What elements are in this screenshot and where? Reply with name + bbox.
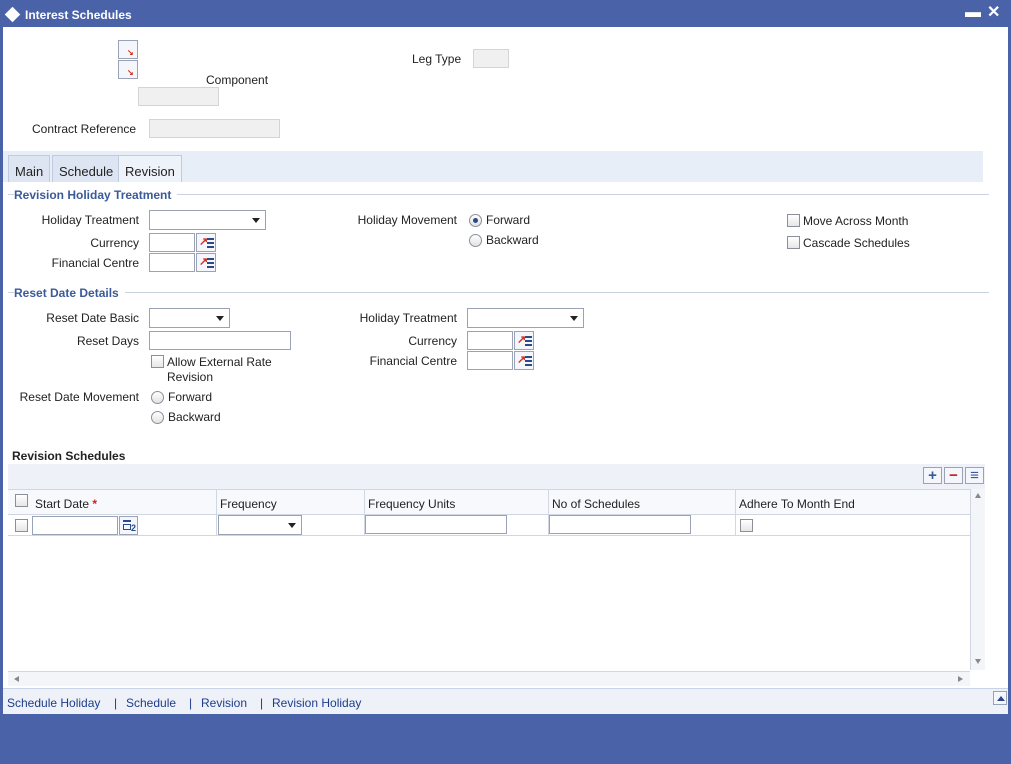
- currency-label: Currency: [90, 236, 139, 250]
- scroll-left-icon[interactable]: [14, 676, 19, 682]
- no-of-schedules-field[interactable]: [549, 515, 691, 534]
- reset-currency-lookup-button[interactable]: ↗: [514, 331, 534, 350]
- frequency-units-field[interactable]: [365, 515, 507, 534]
- tab-schedule[interactable]: Schedule: [52, 155, 121, 182]
- scroll-up-icon[interactable]: [975, 493, 981, 498]
- reset-financial-centre-field[interactable]: [467, 351, 513, 370]
- reset-date-section-title: Reset Date Details: [14, 286, 125, 300]
- financial-centre-label: Financial Centre: [51, 256, 139, 270]
- component-lookup-top-button[interactable]: ↘: [118, 40, 138, 59]
- row-select-checkbox[interactable]: [15, 519, 28, 532]
- holiday-treatment-select[interactable]: [149, 210, 266, 230]
- collapse-up-icon[interactable]: [993, 691, 1007, 705]
- footer-links-bar: Schedule Holiday | Schedule | Revision |…: [3, 688, 1008, 714]
- remove-row-button[interactable]: −: [944, 467, 963, 484]
- column-frequency-units: Frequency Units: [368, 497, 456, 511]
- start-date-field[interactable]: [32, 516, 118, 535]
- component-lookup-bottom-button[interactable]: ↘: [118, 60, 138, 79]
- chevron-down-icon: [570, 316, 578, 321]
- footer-separator: |: [189, 696, 193, 710]
- title-bar: Interest Schedules ▬ ✕: [0, 0, 1011, 30]
- reset-financial-centre-label: Financial Centre: [369, 354, 457, 368]
- reset-backward-label: Backward: [168, 410, 221, 424]
- adhere-to-month-end-checkbox[interactable]: [740, 519, 753, 532]
- footer-link-schedule[interactable]: Schedule: [126, 696, 176, 710]
- leg-type-label: Leg Type: [412, 52, 462, 66]
- frequency-select[interactable]: [218, 515, 302, 535]
- column-frequency: Frequency: [220, 497, 277, 511]
- horizontal-scrollbar[interactable]: [8, 671, 970, 686]
- section-rule: [8, 292, 989, 293]
- vertical-scrollbar[interactable]: [970, 489, 985, 670]
- footer-separator: |: [260, 696, 264, 710]
- reset-days-field[interactable]: [149, 331, 291, 350]
- revision-holiday-section-title: Revision Holiday Treatment: [14, 188, 178, 202]
- tab-revision[interactable]: Revision: [118, 155, 182, 182]
- select-all-checkbox[interactable]: [15, 494, 28, 507]
- add-row-button[interactable]: +: [923, 467, 942, 484]
- move-across-month-label: Move Across Month: [803, 214, 909, 228]
- footer-separator: |: [114, 696, 118, 710]
- scroll-right-icon[interactable]: [958, 676, 963, 682]
- tab-main[interactable]: Main: [8, 155, 51, 182]
- column-no-of-schedules: No of Schedules: [552, 497, 641, 511]
- holiday-movement-forward-radio[interactable]: [469, 214, 482, 227]
- grid-toolbar: [8, 464, 985, 489]
- component-field[interactable]: [138, 87, 219, 106]
- column-adhere-to-month-end: Adhere To Month End: [739, 497, 855, 511]
- reset-date-movement-label: Reset Date Movement: [19, 390, 139, 404]
- cascade-schedules-label: Cascade Schedules: [803, 236, 910, 250]
- allow-external-rate-revision-checkbox[interactable]: [151, 355, 164, 368]
- minimize-icon[interactable]: ▬: [965, 4, 981, 22]
- reset-holiday-treatment-label: Holiday Treatment: [359, 311, 457, 325]
- contract-reference-field[interactable]: [149, 119, 280, 138]
- chevron-down-icon: [216, 316, 224, 321]
- forward-label: Forward: [486, 213, 531, 227]
- financial-centre-lookup-button[interactable]: ↗: [196, 253, 216, 272]
- currency-field[interactable]: [149, 233, 195, 252]
- reset-movement-backward-radio[interactable]: [151, 411, 164, 424]
- financial-centre-field[interactable]: [149, 253, 195, 272]
- revision-schedules-title: Revision Schedules: [12, 449, 126, 463]
- column-start-date: Start Date *: [35, 497, 97, 511]
- holiday-movement-label: Holiday Movement: [357, 213, 457, 227]
- reset-currency-field[interactable]: [467, 331, 513, 350]
- reset-forward-label: Forward: [168, 390, 213, 404]
- currency-lookup-button[interactable]: ↗: [196, 233, 216, 252]
- contract-reference-label: Contract Reference: [32, 122, 137, 136]
- window-title: Interest Schedules: [25, 8, 132, 22]
- scroll-down-icon[interactable]: [975, 659, 981, 664]
- leg-type-field[interactable]: [473, 49, 509, 68]
- move-across-month-checkbox[interactable]: [787, 214, 800, 227]
- footer-link-schedule-holiday[interactable]: Schedule Holiday: [7, 696, 100, 710]
- holiday-treatment-label: Holiday Treatment: [41, 213, 139, 227]
- reset-date-basic-select[interactable]: [149, 308, 230, 328]
- view-row-button[interactable]: ≡: [965, 467, 984, 484]
- holiday-movement-backward-radio[interactable]: [469, 234, 482, 247]
- chevron-down-icon: [252, 218, 260, 223]
- allow-external-rate-label: Allow External Rate: [167, 355, 272, 369]
- reset-holiday-treatment-select[interactable]: [467, 308, 584, 328]
- required-mark: *: [92, 497, 98, 511]
- reset-financial-centre-lookup-button[interactable]: ↗: [514, 351, 534, 370]
- footer-link-revision-holiday[interactable]: Revision Holiday: [272, 696, 361, 710]
- start-date-header-text: Start Date: [35, 497, 90, 511]
- app-diamond-icon: [4, 6, 21, 23]
- footer-link-revision[interactable]: Revision: [201, 696, 247, 710]
- component-label: Component: [206, 73, 269, 87]
- allow-external-revision-label: Revision: [167, 370, 214, 384]
- reset-movement-forward-radio[interactable]: [151, 391, 164, 404]
- reset-days-label: Reset Days: [76, 334, 139, 348]
- calendar-icon[interactable]: 2: [119, 516, 138, 535]
- reset-date-basic-label: Reset Date Basic: [46, 311, 139, 325]
- close-icon[interactable]: ✕: [987, 2, 1000, 22]
- backward-label: Backward: [486, 233, 539, 247]
- cascade-schedules-checkbox[interactable]: [787, 236, 800, 249]
- reset-currency-label: Currency: [408, 334, 457, 348]
- chevron-down-icon: [288, 523, 296, 528]
- tab-strip: Main Schedule Revision: [3, 151, 983, 182]
